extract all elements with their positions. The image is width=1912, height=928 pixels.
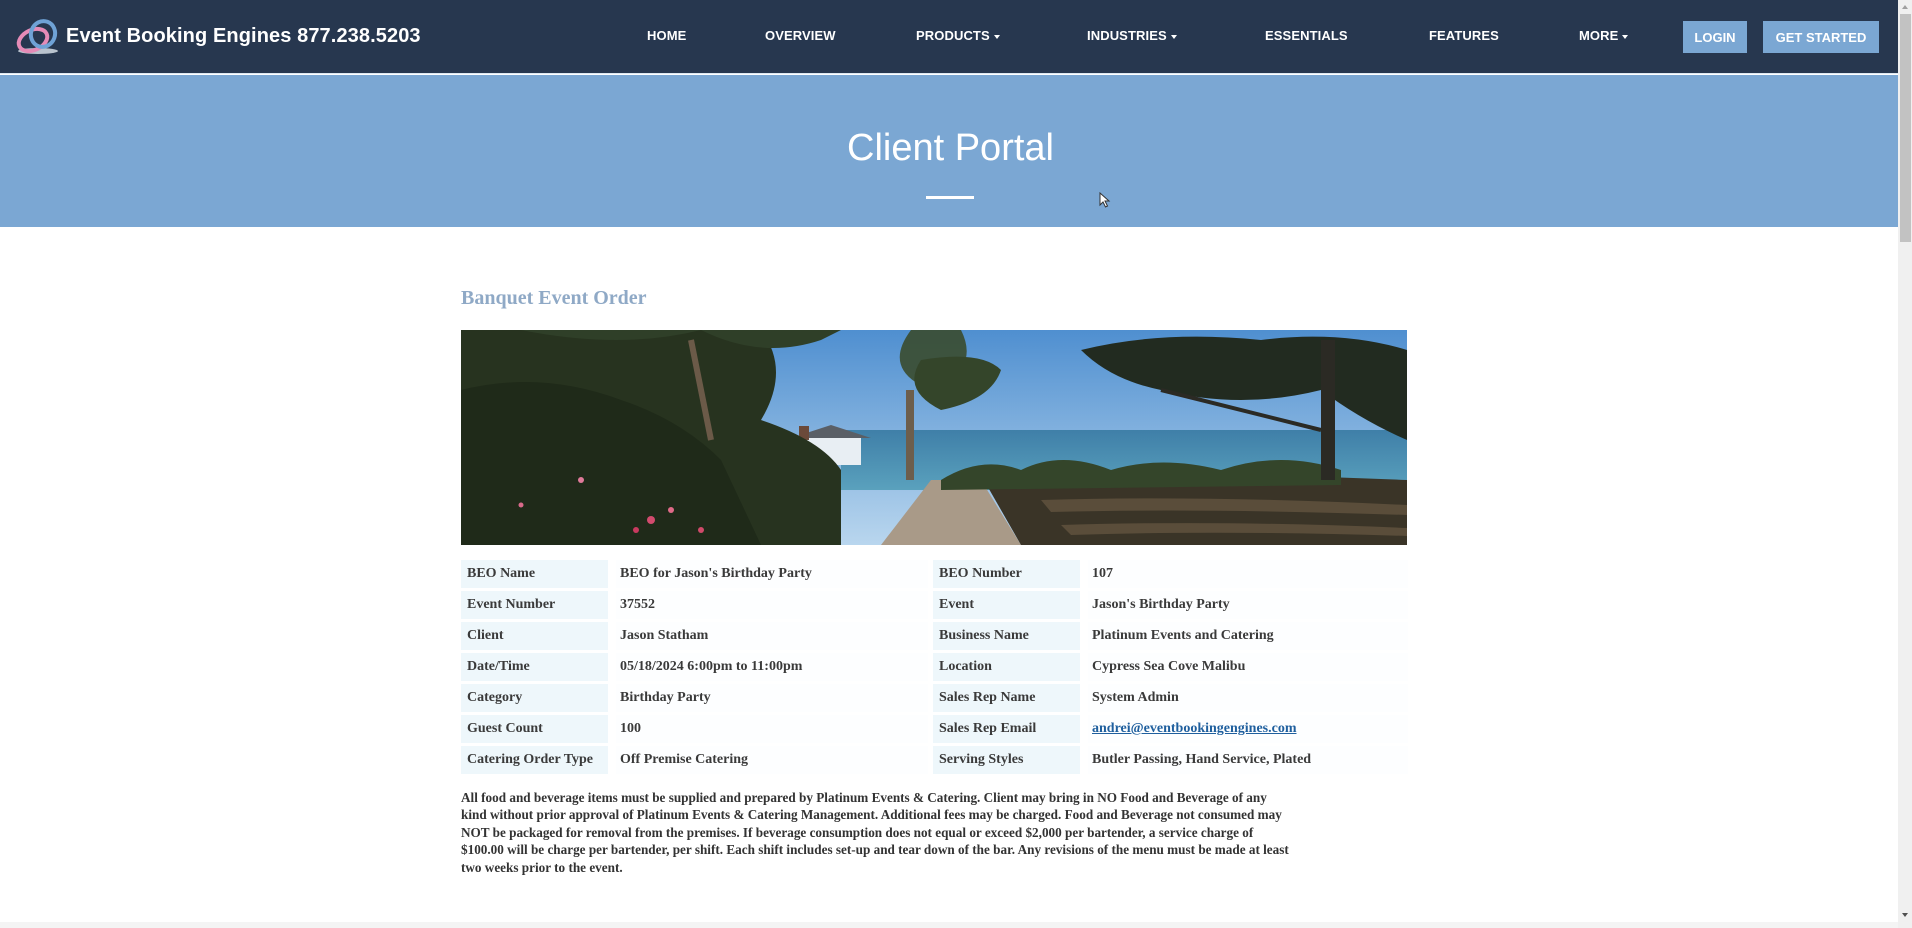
- page-title: Client Portal: [847, 127, 1054, 169]
- detail-row: Location Cypress Sea Cove Malibu: [933, 653, 1408, 681]
- login-button[interactable]: LOGIN: [1683, 21, 1747, 53]
- nav-more[interactable]: MORE: [1579, 28, 1629, 43]
- nav-essentials[interactable]: ESSENTIALS: [1265, 28, 1348, 43]
- detail-row: Event Number 37552: [461, 591, 928, 619]
- sales-rep-email-link[interactable]: andrei@eventbookingengines.com: [1092, 721, 1297, 736]
- brand-name: Event Booking Engines 877.238.5203: [66, 24, 421, 47]
- detail-row: Business Name Platinum Events and Cateri…: [933, 622, 1408, 650]
- terms-line: $100.00 will be charge per bartender, pe…: [461, 842, 1289, 858]
- detail-value: 100: [616, 715, 928, 743]
- nav-overview[interactable]: OVERVIEW: [765, 28, 836, 43]
- top-navbar: Event Booking Engines 877.238.5203 HOME …: [0, 0, 1898, 74]
- chevron-down-icon: [1170, 34, 1177, 39]
- chevron-down-icon: [993, 34, 1000, 39]
- detail-row: Serving Styles Butler Passing, Hand Serv…: [933, 746, 1408, 774]
- nav-features[interactable]: FEATURES: [1429, 28, 1499, 43]
- brand[interactable]: Event Booking Engines 877.238.5203: [12, 16, 421, 56]
- detail-label: Category: [461, 684, 608, 712]
- nav-industries-label: INDUSTRIES: [1087, 28, 1167, 43]
- detail-label: Guest Count: [461, 715, 608, 743]
- detail-value: 05/18/2024 6:00pm to 11:00pm: [616, 653, 928, 681]
- nav-features-label: FEATURES: [1429, 28, 1499, 43]
- nav-industries[interactable]: INDUSTRIES: [1087, 28, 1177, 43]
- nav-home[interactable]: HOME: [647, 28, 686, 43]
- terms-line: NOT be packaged for removal from the pre…: [461, 824, 1254, 840]
- detail-label: Serving Styles: [933, 746, 1080, 774]
- detail-value: andrei@eventbookingengines.com: [1088, 715, 1408, 743]
- detail-row: Sales Rep Email andrei@eventbookingengin…: [933, 715, 1408, 743]
- arrow-down-icon: [1902, 913, 1908, 917]
- terms-and-conditions: All food and beverage items must be supp…: [461, 789, 1411, 876]
- terms-line: kind without prior approval of Platinum …: [461, 807, 1282, 823]
- detail-value: BEO for Jason's Birthday Party: [616, 560, 928, 588]
- detail-value: Birthday Party: [616, 684, 928, 712]
- get-started-button[interactable]: GET STARTED: [1763, 21, 1879, 53]
- detail-value: Off Premise Catering: [616, 746, 928, 774]
- interlocking-rings-logo-icon: [16, 19, 58, 54]
- venue-banner-image: [461, 330, 1407, 545]
- nav-products[interactable]: PRODUCTS: [916, 28, 1000, 43]
- detail-row: Event Jason's Birthday Party: [933, 591, 1408, 619]
- bottom-edge: [0, 922, 1898, 928]
- detail-value: Jason Statham: [616, 622, 928, 650]
- detail-label: Event Number: [461, 591, 608, 619]
- nav-products-label: PRODUCTS: [916, 28, 990, 43]
- scroll-down-button[interactable]: [1898, 908, 1912, 922]
- terms-line: two weeks prior to the event.: [461, 859, 623, 875]
- detail-row: Client Jason Statham: [461, 622, 928, 650]
- nav-overview-label: OVERVIEW: [765, 28, 836, 43]
- terms-line: All food and beverage items must be supp…: [461, 790, 1267, 805]
- detail-value: Cypress Sea Cove Malibu: [1088, 653, 1408, 681]
- detail-value: Jason's Birthday Party: [1088, 591, 1408, 619]
- detail-row: Guest Count 100: [461, 715, 928, 743]
- venue-photo: [461, 330, 1407, 545]
- detail-label: BEO Number: [933, 560, 1080, 588]
- detail-row: BEO Name BEO for Jason's Birthday Party: [461, 560, 928, 588]
- detail-row: Category Birthday Party: [461, 684, 928, 712]
- detail-label: Sales Rep Name: [933, 684, 1080, 712]
- title-divider: [926, 196, 974, 199]
- nav-home-label: HOME: [647, 28, 687, 43]
- scroll-thumb[interactable]: [1900, 14, 1911, 242]
- detail-label: Business Name: [933, 622, 1080, 650]
- nav-more-label: MORE: [1579, 28, 1619, 43]
- mouse-cursor-icon: [1099, 192, 1111, 208]
- detail-row: Catering Order Type Off Premise Catering: [461, 746, 928, 774]
- section-title: Banquet Event Order: [461, 287, 647, 309]
- detail-label: Date/Time: [461, 653, 608, 681]
- detail-value: Butler Passing, Hand Service, Plated: [1088, 746, 1408, 774]
- detail-value: Platinum Events and Catering: [1088, 622, 1408, 650]
- detail-label: Location: [933, 653, 1080, 681]
- detail-value: System Admin: [1088, 684, 1408, 712]
- nav-essentials-label: ESSENTIALS: [1265, 28, 1348, 43]
- detail-row: BEO Number 107: [933, 560, 1408, 588]
- detail-label: Client: [461, 622, 608, 650]
- detail-row: Sales Rep Name System Admin: [933, 684, 1408, 712]
- detail-value: 107: [1088, 560, 1408, 588]
- detail-label: Catering Order Type: [461, 746, 608, 774]
- detail-label: Sales Rep Email: [933, 715, 1080, 743]
- scroll-up-button[interactable]: [1898, 0, 1912, 14]
- vertical-scrollbar[interactable]: [1898, 0, 1912, 928]
- detail-label: Event: [933, 591, 1080, 619]
- detail-row: Date/Time 05/18/2024 6:00pm to 11:00pm: [461, 653, 928, 681]
- detail-value: 37552: [616, 591, 928, 619]
- detail-label: BEO Name: [461, 560, 608, 588]
- chevron-down-icon: [1622, 34, 1629, 39]
- hero-banner: Client Portal: [0, 75, 1898, 227]
- arrow-up-icon: [1902, 5, 1908, 9]
